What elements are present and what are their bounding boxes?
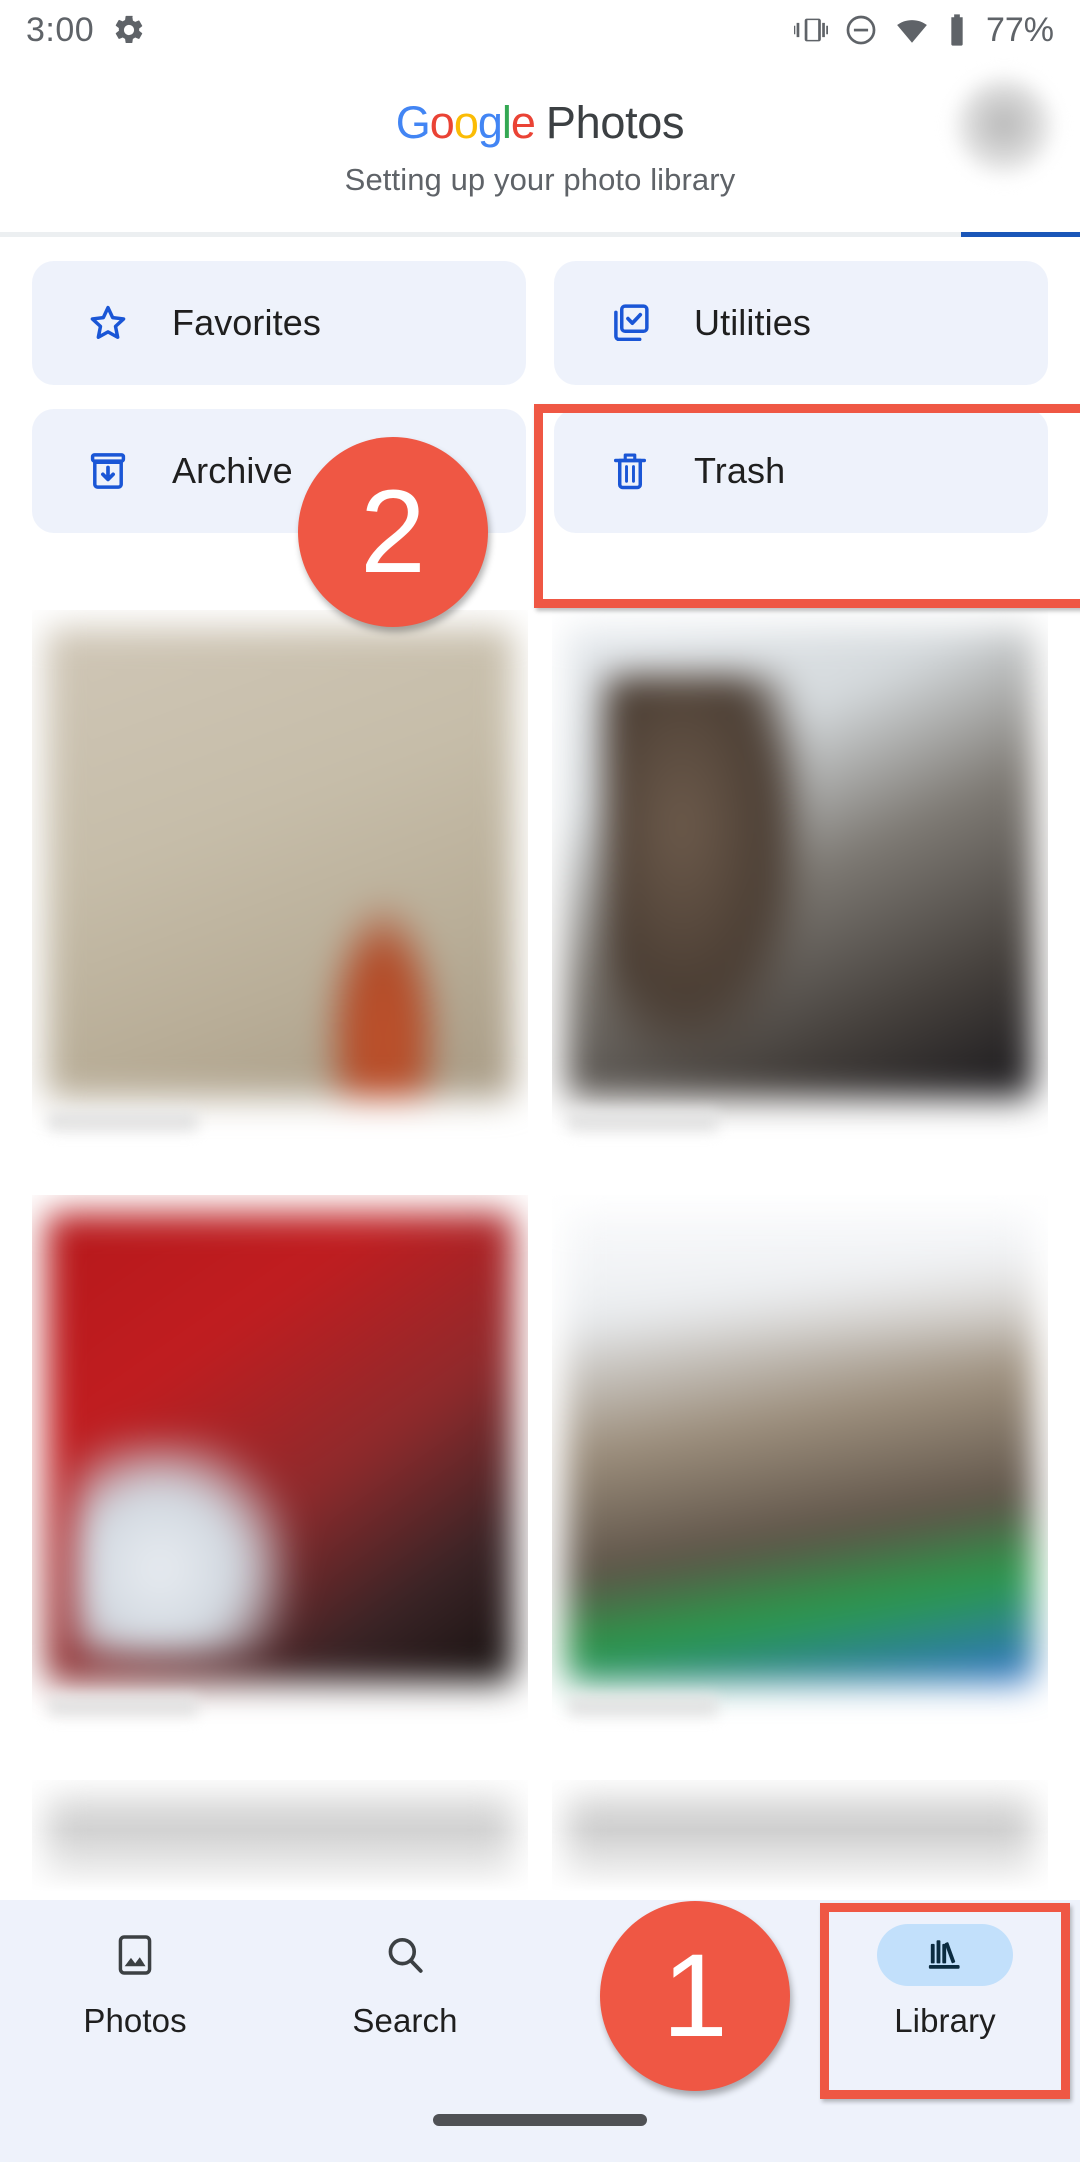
chip-label: Utilities <box>694 302 811 343</box>
step-badge-2: 2 <box>298 437 488 627</box>
step-badge-1: 1 <box>600 1901 790 2091</box>
google-letter-o1: o <box>429 97 455 148</box>
google-letter-g2: g <box>477 97 503 148</box>
google-wordmark: Google <box>395 97 536 149</box>
nav-label: Library <box>894 2002 996 2039</box>
photo-grid-item[interactable] <box>32 1780 528 1900</box>
library-add-check-icon <box>614 304 649 342</box>
status-bar: 3:00 77% <box>0 0 1080 60</box>
nav-pill-active <box>877 1924 1013 1986</box>
photo-grid-item[interactable] <box>32 610 528 1175</box>
product-name: Photos <box>545 97 685 148</box>
vibrate-icon <box>793 18 828 42</box>
chip-trash[interactable]: Trash <box>554 409 1048 533</box>
wifi-icon <box>897 20 927 43</box>
photo-caption-placeholder <box>48 1111 198 1131</box>
blurred-photo-thumbnail <box>566 1213 1034 1683</box>
nav-label: Photos <box>83 2002 187 2039</box>
photo-grid-item[interactable] <box>552 1195 1048 1760</box>
nav-label: Search <box>352 2002 458 2039</box>
phone-screen: 3:00 77% Google Photos Setting up your p… <box>0 0 1080 2162</box>
blurred-photo-thumbnail <box>46 628 514 1098</box>
library-shortcut-chips: Favorites Utilities Archive Trash <box>0 248 1080 533</box>
photo-caption-placeholder <box>568 1111 718 1131</box>
chip-utilities[interactable]: Utilities <box>554 261 1048 385</box>
blurred-photo-thumbnail <box>46 1213 514 1683</box>
nav-tab-library[interactable]: Library <box>810 1900 1080 2080</box>
nav-tab-search[interactable]: Search <box>270 1900 540 2080</box>
bottom-navigation-bar: Photos Search Sharing <box>0 1900 1080 2162</box>
photo-grid-item[interactable] <box>552 1780 1048 1900</box>
nav-tab-photos[interactable]: Photos <box>0 1900 270 2080</box>
search-icon <box>388 1938 423 1973</box>
photo-grid <box>0 610 1080 1900</box>
google-letter-o2: o <box>453 97 479 148</box>
setup-progress-bar <box>0 232 1080 237</box>
nav-pill <box>67 1924 203 1986</box>
google-letter-e: e <box>510 97 536 148</box>
nav-pill <box>337 1924 473 1986</box>
do-not-disturb-icon <box>846 15 876 45</box>
trash-icon <box>613 453 647 490</box>
app-header: Google Photos Setting up your photo libr… <box>0 60 1080 235</box>
battery-percent-label: 77% <box>985 10 1054 49</box>
blurred-photo-thumbnail <box>566 628 1034 1098</box>
archive-icon <box>90 453 126 489</box>
status-clock: 3:00 <box>26 10 95 49</box>
photo-grid-item[interactable] <box>32 1195 528 1760</box>
battery-icon <box>951 14 963 46</box>
chip-label: Archive <box>172 450 293 491</box>
settings-gear-icon <box>115 15 143 44</box>
chip-label: Trash <box>694 450 786 491</box>
avatar[interactable] <box>956 78 1052 174</box>
blurred-photo-thumbnail <box>46 1798 514 1900</box>
photo-caption-placeholder <box>48 1696 198 1716</box>
header-subtitle: Setting up your photo library <box>344 162 736 197</box>
status-bar-left: 3:00 <box>26 11 146 50</box>
status-bar-right: 77% <box>793 10 1054 50</box>
photo-icon <box>118 1935 152 1975</box>
chip-favorites[interactable]: Favorites <box>32 261 526 385</box>
chip-label: Favorites <box>172 302 321 343</box>
google-letter-g1: G <box>395 97 431 148</box>
google-letter-l: l <box>501 97 512 148</box>
home-indicator[interactable] <box>433 2114 647 2126</box>
library-books-icon <box>928 1940 960 1969</box>
brand-row: Google Photos <box>395 97 685 149</box>
setup-progress-fill <box>961 232 1080 237</box>
photo-caption-placeholder <box>568 1696 718 1716</box>
star-outline-icon <box>90 305 126 339</box>
photo-grid-item[interactable] <box>552 610 1048 1175</box>
blurred-photo-thumbnail <box>566 1798 1034 1900</box>
